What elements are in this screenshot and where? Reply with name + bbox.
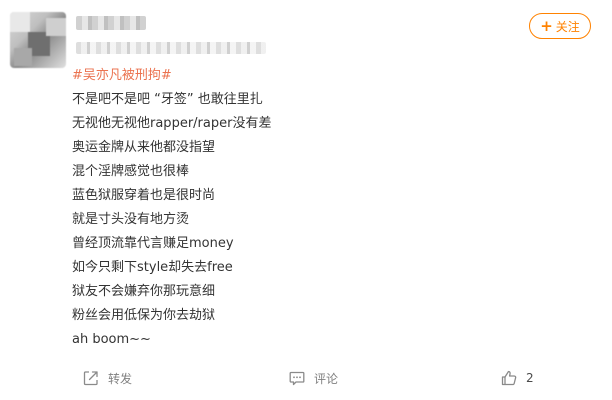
weibo-post-card: + 关注 #吴亦凡被刑拘# 不是吧不是吧 “牙签” 也敢往里扎 无视他无视他ra… <box>0 0 612 400</box>
thumbs-up-icon <box>500 369 518 387</box>
post-meta-redacted <box>76 42 266 54</box>
post-text-line: 混个淫牌感觉也很棒 <box>72 164 190 179</box>
avatar-mosaic-block <box>14 48 32 66</box>
like-button[interactable]: 2 <box>500 368 534 388</box>
post-text-line: 不是吧不是吧 “牙签” 也敢往里扎 <box>72 92 263 107</box>
post-text-line: ah boom~~ <box>72 332 151 347</box>
avatar-mosaic-block <box>46 18 66 36</box>
follow-button-label: 关注 <box>555 19 580 34</box>
post-text-line: 曾经顶流靠代言赚足money <box>72 236 234 251</box>
hashtag-link[interactable]: #吴亦凡被刑拘# <box>72 68 172 83</box>
post-hashtag-line: #吴亦凡被刑拘# <box>72 64 592 88</box>
forward-icon <box>82 369 100 387</box>
follow-button[interactable]: + 关注 <box>529 13 591 39</box>
post-text-line: 狱友不会嫌弃你那玩意细 <box>72 284 216 299</box>
plus-icon: + <box>540 16 553 35</box>
post-content: #吴亦凡被刑拘# 不是吧不是吧 “牙签” 也敢往里扎 无视他无视他rapper/… <box>72 64 592 352</box>
avatar-mosaic-block <box>10 12 30 32</box>
post-text-line: 就是寸头没有地方烫 <box>72 212 190 227</box>
post-text-line: 奥运金牌从来他都没指望 <box>72 140 216 155</box>
post-text-line: 蓝色狱服穿着也是很时尚 <box>72 188 216 203</box>
post-text-line: 无视他无视他rapper/raper没有差 <box>72 116 272 131</box>
avatar[interactable] <box>10 12 66 68</box>
comment-button[interactable]: 评论 <box>288 368 338 388</box>
username-redacted[interactable] <box>76 16 146 30</box>
forward-label: 转发 <box>108 371 133 386</box>
like-count: 2 <box>526 371 534 385</box>
post-text-line: 粉丝会用低保为你去劫狱 <box>72 308 216 323</box>
forward-button[interactable]: 转发 <box>82 368 132 388</box>
comment-label: 评论 <box>314 371 339 386</box>
comment-icon <box>288 369 306 387</box>
post-text-line: 如今只剩下style却失去free <box>72 260 233 275</box>
action-bar: 转发 评论 2 <box>0 364 612 394</box>
